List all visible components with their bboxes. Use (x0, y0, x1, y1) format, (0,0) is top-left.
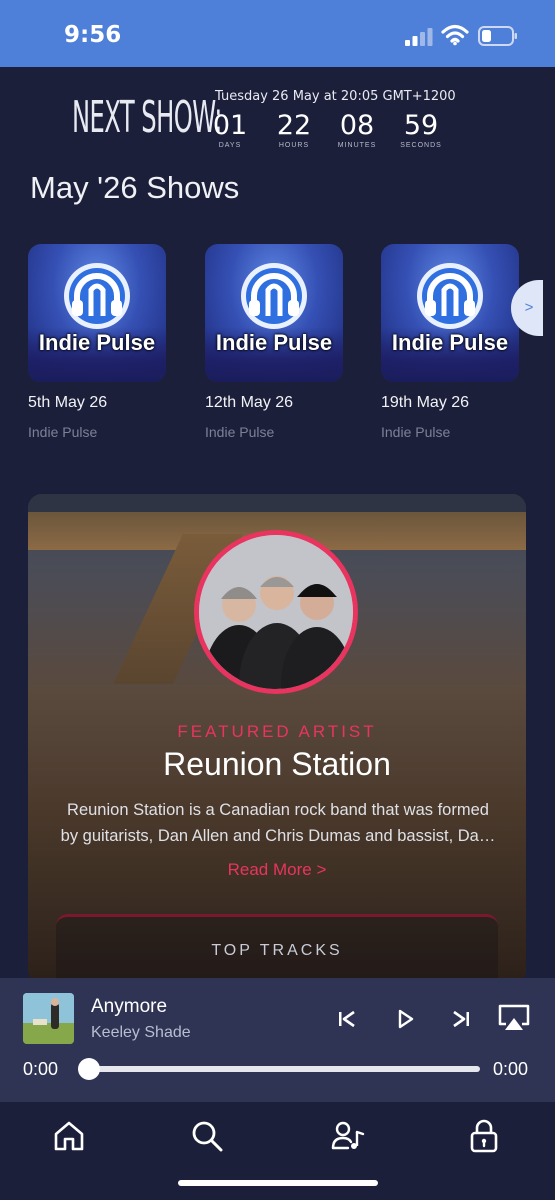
band-photo-icon (199, 535, 353, 689)
featured-label: FEATURED ARTIST (177, 722, 377, 741)
countdown-seconds: 59 SECONDS (391, 110, 451, 149)
show-thumbnail[interactable]: Indie Pulse (205, 244, 343, 382)
status-bar: 9:56 (0, 0, 555, 67)
countdown-days: 01 DAYS (200, 110, 260, 149)
countdown-unit: DAYS (218, 142, 242, 149)
countdown-value: 22 (276, 110, 312, 141)
elapsed-time: 0:00 (23, 1059, 59, 1079)
show-subtitle: Indie Pulse (381, 424, 451, 440)
next-show-date: Tuesday 26 May at 20:05 GMT+1200 (215, 89, 456, 104)
artist-description: Reunion Station is a Canadian rock band … (60, 801, 496, 845)
countdown-unit: HOURS (278, 142, 310, 149)
artists-icon[interactable] (330, 1118, 366, 1154)
show-date[interactable]: 19th May 26 (381, 394, 521, 412)
wifi-icon (441, 24, 469, 46)
now-playing-bar: Anymore Keeley Shade 0:00 0:00 (0, 978, 555, 1102)
show-logo-text: Indie Pulse (215, 330, 333, 355)
album-art[interactable] (23, 993, 74, 1044)
track-title: Anymore (91, 996, 168, 1017)
play-icon[interactable] (390, 1004, 420, 1034)
progress-knob[interactable] (78, 1058, 100, 1080)
show-logo-text: Indie Pulse (391, 330, 509, 355)
read-more-link[interactable]: Read More > (28, 860, 526, 880)
countdown-value: 01 (212, 110, 248, 141)
track-artist: Keeley Shade (91, 1024, 191, 1041)
headphones-logo-icon (241, 263, 307, 329)
progress-slider[interactable] (78, 1058, 480, 1080)
search-icon[interactable] (189, 1118, 225, 1154)
artist-name: Reunion Station (163, 746, 391, 782)
artist-avatar-ring (194, 530, 358, 694)
featured-artist-card: FEATURED ARTIST Reunion Station Reunion … (28, 494, 526, 984)
show-thumbnail[interactable]: Indie Pulse (28, 244, 166, 382)
show-thumbnail[interactable]: Indie Pulse (381, 244, 519, 382)
status-time: 9:56 (64, 22, 122, 48)
airplay-icon[interactable] (496, 1002, 532, 1034)
countdown-unit: MINUTES (337, 142, 377, 149)
show-logo-text: Indie Pulse (38, 330, 156, 355)
countdown-minutes: 08 MINUTES (327, 110, 387, 149)
countdown-value: 59 (403, 110, 439, 141)
home-icon[interactable] (51, 1118, 87, 1154)
lock-icon[interactable] (466, 1118, 502, 1154)
show-card[interactable]: Indie Pulse 19th May 26 Indie Pulse (381, 244, 521, 440)
next-track-icon[interactable] (446, 1004, 476, 1034)
countdown-unit: SECONDS (400, 142, 442, 149)
show-card[interactable]: Indie Pulse 12th May 26 Indie Pulse (205, 244, 345, 440)
home-indicator (178, 1180, 378, 1186)
cellular-signal-icon (405, 28, 433, 46)
top-tracks-title: TOP TRACKS (211, 942, 343, 959)
battery-icon (478, 26, 517, 46)
headphones-logo-icon (417, 263, 483, 329)
show-subtitle: Indie Pulse (28, 424, 98, 440)
show-date[interactable]: 12th May 26 (205, 394, 345, 412)
countdown-hours: 22 HOURS (264, 110, 324, 149)
previous-track-icon[interactable] (332, 1004, 362, 1034)
countdown-value: 08 (339, 110, 375, 141)
shows-section-title: May '26 Shows (30, 170, 240, 205)
duration-time: 0:00 (493, 1059, 529, 1079)
show-subtitle: Indie Pulse (205, 424, 275, 440)
album-art-image (23, 993, 74, 1044)
artist-avatar (199, 535, 353, 689)
show-date[interactable]: 5th May 26 (28, 394, 168, 412)
headphones-logo-icon (64, 263, 130, 329)
show-card[interactable]: Indie Pulse 5th May 26 Indie Pulse (28, 244, 168, 440)
